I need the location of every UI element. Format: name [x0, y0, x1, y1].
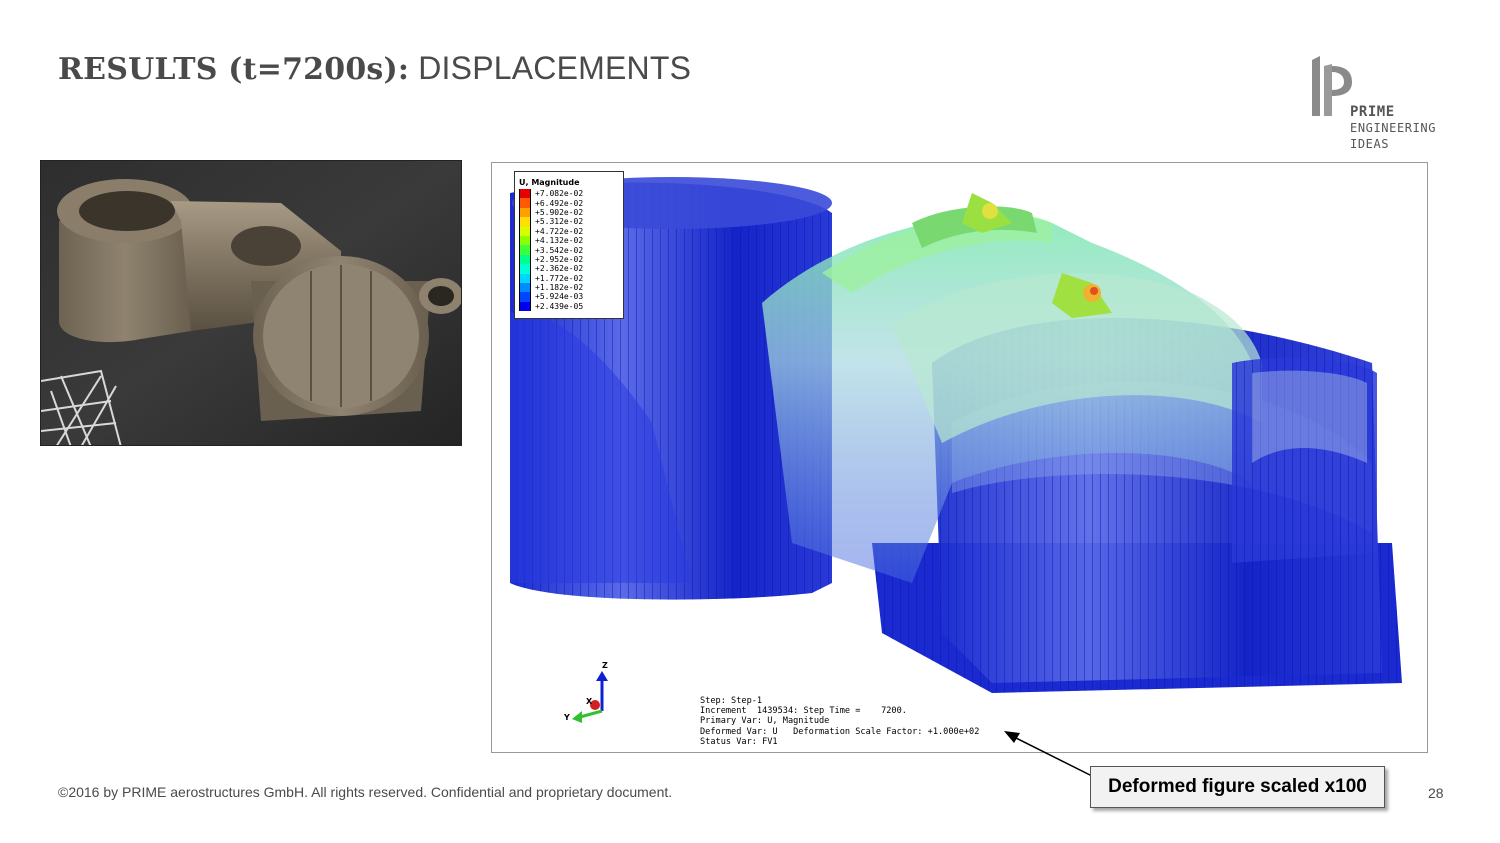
- legend-row: +4.132e-02: [519, 235, 619, 246]
- legend-swatch: [519, 273, 531, 283]
- logo-wordmark: PRIME ENGINEERING IDEAS: [1350, 104, 1436, 152]
- analysis-status-block: Step: Step-1 Increment 1439534: Step Tim…: [700, 696, 979, 747]
- legend-row: +5.924e-03: [519, 292, 619, 302]
- status-step: Step: Step-1: [700, 696, 763, 706]
- logo-mark-icon: [1312, 56, 1352, 116]
- fem-displacement-plot-image: [510, 177, 1402, 693]
- triad-y-label: Y: [564, 713, 570, 722]
- logo-line-engineering: ENGINEERING: [1350, 121, 1437, 135]
- legend-rows: +7.082e-02 +6.492e-02 +5.902e-02 +5.312e-02…: [519, 189, 619, 312]
- status-deformed-var: Deformed Var: U Deformation Scale Factor…: [700, 726, 980, 737]
- legend-row: +2.439e-05: [519, 301, 619, 312]
- legend-value: +3.542e-02: [535, 245, 584, 255]
- legend-swatch: [519, 264, 531, 274]
- legend-swatch: [519, 235, 531, 246]
- legend-swatch: [519, 217, 531, 227]
- status-increment: Increment 1439534: Step Time = 7200.: [700, 706, 907, 717]
- legend-row: +4.722e-02: [519, 226, 619, 236]
- legend-value: +5.902e-02: [535, 207, 584, 217]
- legend-row: +6.492e-02: [519, 198, 619, 208]
- status-primary-var: Primary Var: U, Magnitude: [700, 716, 830, 727]
- legend-swatch: [519, 292, 531, 302]
- status-status-var: Status Var: FV1: [700, 736, 778, 747]
- printed-part-photo-image: [41, 161, 461, 445]
- legend-row: +1.772e-02: [519, 273, 619, 283]
- legend-value: +1.772e-02: [535, 273, 584, 283]
- logo-line-ideas: IDEAS: [1350, 137, 1390, 151]
- triad-z-label: Z: [602, 661, 608, 670]
- fem-result-panel: U, Magnitude +7.082e-02 +6.492e-02 +5.902e…: [491, 162, 1428, 753]
- legend-row: +1.182e-02: [519, 282, 619, 293]
- legend-swatch: [519, 189, 531, 199]
- legend-swatch: [519, 301, 531, 312]
- logo-line-prime: PRIME: [1350, 104, 1395, 120]
- legend-row: +5.312e-02: [519, 217, 619, 227]
- legend-value: +4.722e-02: [535, 226, 584, 236]
- legend-swatch: [519, 198, 531, 208]
- scale-callout-box: Deformed figure scaled x100: [1090, 766, 1385, 808]
- legend-swatch: [519, 282, 531, 293]
- triad-axes-icon: [572, 671, 608, 723]
- legend-swatch: [519, 245, 531, 255]
- legend-swatch: [519, 254, 531, 265]
- legend-swatch: [519, 207, 531, 218]
- legend-value: +5.924e-03: [535, 292, 584, 302]
- legend-value: +2.362e-02: [535, 264, 584, 274]
- page-number: 28: [1428, 785, 1444, 801]
- legend-row: +2.952e-02: [519, 254, 619, 265]
- company-logo: PRIME ENGINEERING IDEAS: [1298, 52, 1458, 157]
- legend-value: +5.312e-02: [535, 217, 584, 227]
- legend-row: +3.542e-02: [519, 245, 619, 255]
- slide-title: RESULTS (t=7200s): DISPLACEMENTS: [58, 50, 691, 87]
- slide-title-light: DISPLACEMENTS: [418, 50, 692, 86]
- legend-row: +2.362e-02: [519, 264, 619, 274]
- legend-title: U, Magnitude: [519, 178, 580, 187]
- part-photo: [40, 160, 462, 446]
- footer-copyright: ©2016 by PRIME aerostructures GmbH. All …: [58, 784, 673, 800]
- legend-value: +7.082e-02: [535, 189, 584, 199]
- legend-swatch: [519, 226, 531, 236]
- legend-value: +6.492e-02: [535, 198, 584, 208]
- triad-x-label: X: [586, 697, 593, 706]
- legend-value: +1.182e-02: [535, 283, 584, 293]
- legend-value: +2.952e-02: [535, 254, 584, 264]
- legend-value: +4.132e-02: [535, 236, 584, 246]
- color-legend: U, Magnitude +7.082e-02 +6.492e-02 +5.902e…: [514, 171, 624, 319]
- legend-row: +7.082e-02: [519, 189, 619, 199]
- coordinate-triad: Z X Y: [562, 661, 622, 731]
- legend-value: +2.439e-05: [535, 301, 584, 311]
- slide-title-bold: RESULTS (t=7200s):: [58, 52, 410, 87]
- legend-row: +5.902e-02: [519, 207, 619, 218]
